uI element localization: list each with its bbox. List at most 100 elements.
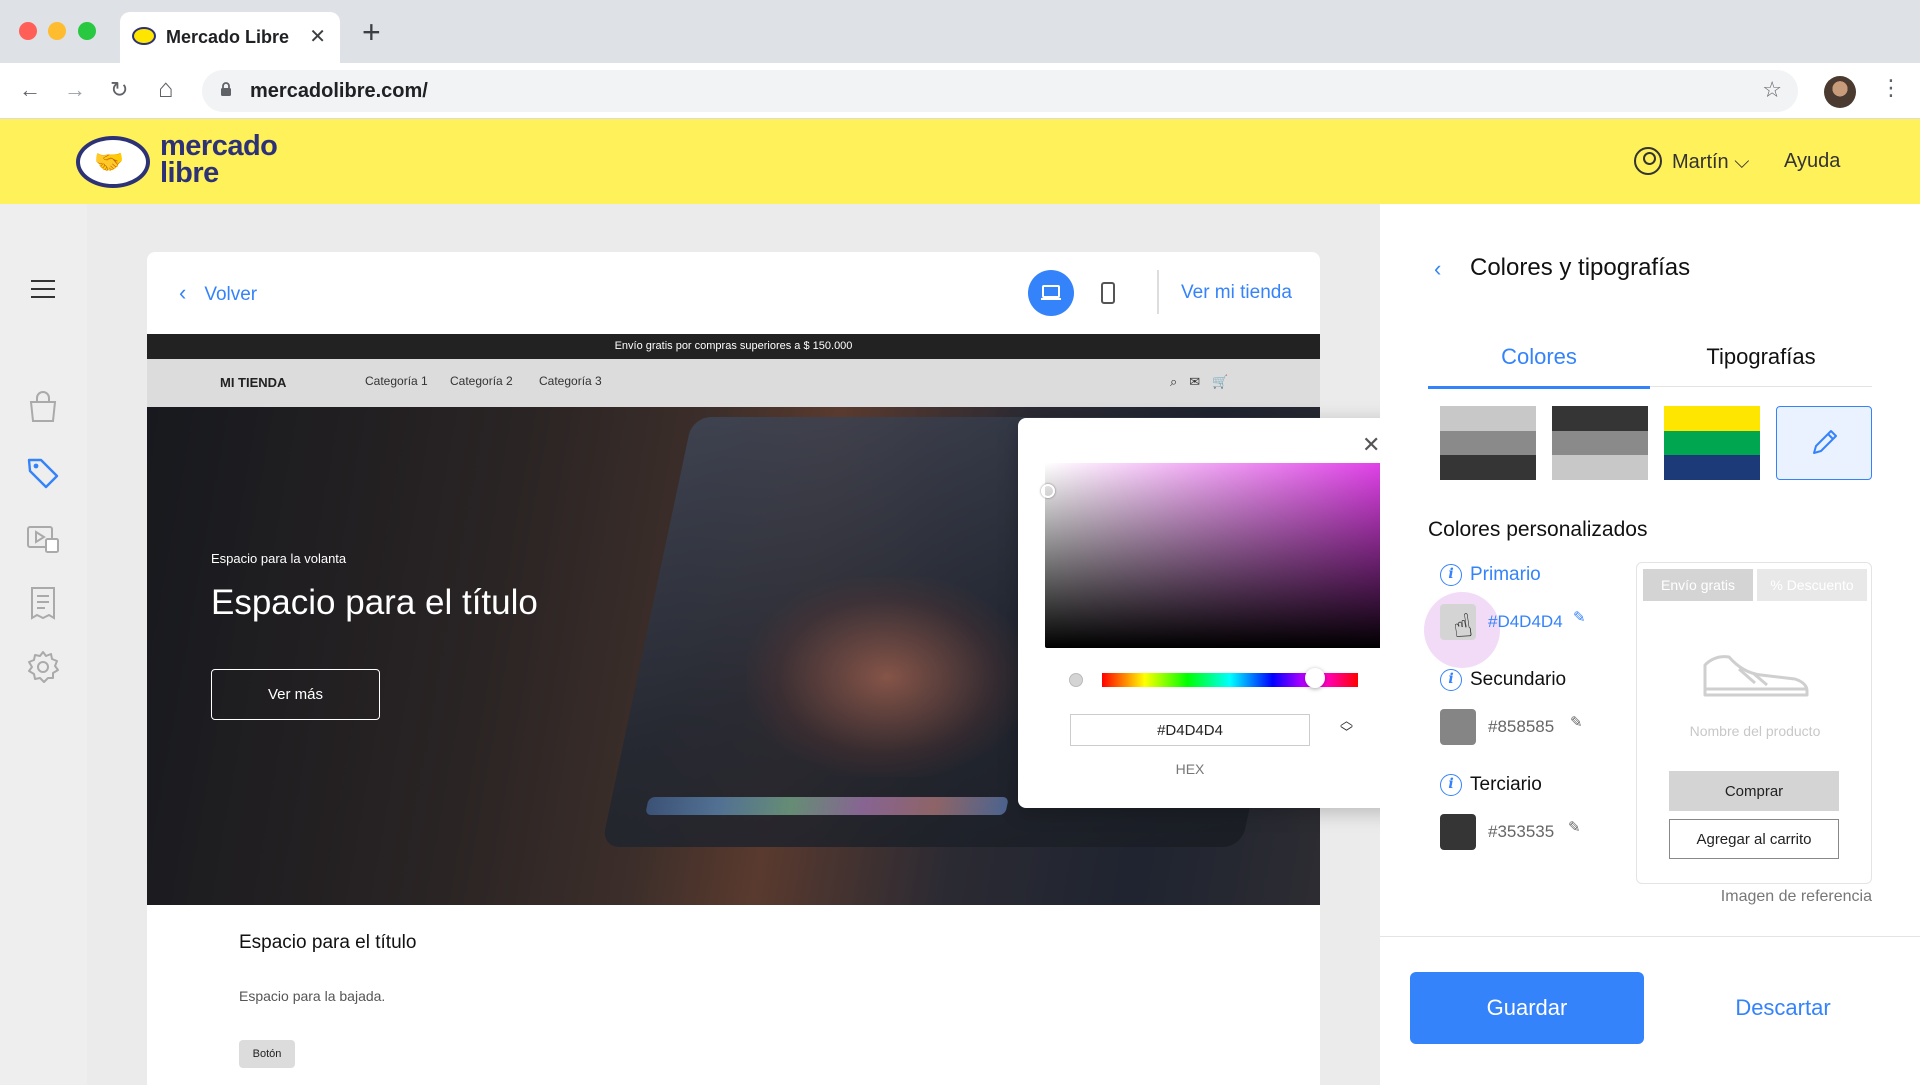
- back-link[interactable]: ‹ Volver: [179, 280, 257, 306]
- close-icon[interactable]: ✕: [1362, 432, 1380, 458]
- current-color-preview: [1069, 673, 1083, 687]
- primary-hex[interactable]: #D4D4D4: [1488, 612, 1563, 632]
- hero-glow: [747, 577, 1027, 777]
- forward-arrow-icon[interactable]: →: [64, 77, 86, 103]
- mercado-libre-favicon: [132, 27, 156, 45]
- browser-tabbar: Mercado Libre ✕ +: [0, 0, 1920, 63]
- hero-title: Espacio para el título: [211, 583, 538, 622]
- lock-icon: [221, 82, 231, 96]
- mercado-libre-logo[interactable]: mercado libre: [160, 130, 278, 189]
- tab-title: Mercado Libre: [166, 27, 290, 47]
- format-stepper-icon[interactable]: ︿ ﹀: [1340, 714, 1354, 740]
- hex-input[interactable]: [1070, 714, 1310, 746]
- save-button[interactable]: Guardar: [1410, 972, 1644, 1044]
- shopping-bag-icon[interactable]: [26, 390, 60, 424]
- store-nav-icons[interactable]: ⌕✉🛒: [1170, 374, 1240, 390]
- pencil-icon: [1813, 430, 1837, 454]
- hue-slider-handle[interactable]: [1305, 668, 1325, 688]
- palette-1-band: [1440, 430, 1536, 456]
- mobile-view-icon[interactable]: [1101, 282, 1115, 304]
- help-link[interactable]: Ayuda: [1784, 150, 1840, 173]
- document-list-icon[interactable]: [26, 586, 60, 620]
- hamburger-menu-icon[interactable]: [31, 280, 55, 298]
- user-menu[interactable]: Martín ⌵: [1672, 151, 1749, 174]
- tab-typography[interactable]: Tipografías: [1650, 344, 1872, 387]
- browser-tab-mercado-libre[interactable]: Mercado Libre ✕: [120, 12, 340, 63]
- browser-menu-icon[interactable]: ⋮: [1880, 75, 1902, 101]
- palette-3-band: [1664, 406, 1760, 431]
- saturation-value-area[interactable]: [1045, 463, 1382, 648]
- edit-tertiary-pencil-icon[interactable]: ✎: [1568, 818, 1581, 836]
- palette-2-band: [1552, 455, 1648, 480]
- bookmark-star-icon[interactable]: ☆: [1762, 77, 1782, 103]
- view-store-link[interactable]: Ver mi tienda: [1181, 282, 1292, 304]
- media-gallery-icon[interactable]: [26, 522, 60, 556]
- tertiary-color-chip[interactable]: [1440, 814, 1476, 850]
- window-minimize-button[interactable]: [48, 22, 66, 40]
- tab-colors[interactable]: Colores: [1428, 344, 1650, 389]
- info-icon[interactable]: i: [1440, 564, 1462, 586]
- user-icon[interactable]: [1634, 147, 1662, 175]
- section-subtitle: Espacio para la bajada.: [239, 988, 386, 1004]
- panel-title: Colores y tipografías: [1470, 254, 1691, 281]
- saturation-handle[interactable]: [1041, 484, 1055, 498]
- logo-text-mercado: mercado: [160, 130, 278, 162]
- tab-close-icon[interactable]: ✕: [309, 24, 326, 49]
- handshake-logo-icon[interactable]: 🤝: [76, 136, 150, 188]
- desktop-view-button[interactable]: [1028, 270, 1074, 316]
- price-tag-icon[interactable]: [26, 456, 60, 490]
- profile-avatar[interactable]: [1824, 76, 1856, 108]
- promo-bar: Envío gratis por compras superiores a $ …: [147, 334, 1320, 359]
- palette-3-band: [1664, 455, 1760, 480]
- reference-buy-button: Comprar: [1669, 771, 1839, 811]
- discard-button[interactable]: Descartar: [1666, 972, 1900, 1044]
- free-shipping-tag: Envío gratis: [1643, 569, 1753, 601]
- laptop-icon: [1041, 285, 1061, 300]
- left-sidebar: [0, 204, 87, 1085]
- section-button[interactable]: Botón: [239, 1040, 295, 1068]
- palette-1-band: [1440, 406, 1536, 431]
- tertiary-hex[interactable]: #353535: [1488, 822, 1554, 842]
- new-tab-icon[interactable]: +: [362, 16, 381, 48]
- toolbar-divider: [1157, 270, 1159, 314]
- custom-palette-button[interactable]: [1776, 406, 1872, 480]
- secondary-hex[interactable]: #858585: [1488, 717, 1554, 737]
- reload-icon[interactable]: ↻: [110, 77, 128, 103]
- primary-label: Primario: [1470, 564, 1541, 585]
- reference-caption: Imagen de referencia: [1720, 888, 1872, 905]
- home-icon[interactable]: ⌂: [158, 73, 174, 104]
- window-close-button[interactable]: [19, 22, 37, 40]
- store-name[interactable]: MI TIENDA: [220, 375, 286, 390]
- palette-2-band: [1552, 406, 1648, 431]
- store-navbar: MI TIENDA Categoría 1 Categoría 2 Catego…: [147, 359, 1320, 407]
- info-icon[interactable]: i: [1440, 774, 1462, 796]
- reference-add-to-cart-button: Agregar al carrito: [1669, 819, 1839, 859]
- palette-swatch-3[interactable]: [1664, 406, 1760, 480]
- tertiary-label: Terciario: [1470, 774, 1542, 795]
- reference-product-name: Nombre del producto: [1689, 723, 1821, 739]
- edit-secondary-pencil-icon[interactable]: ✎: [1570, 713, 1583, 731]
- hero-see-more-button[interactable]: Ver más: [211, 669, 380, 720]
- settings-gear-icon[interactable]: [26, 650, 60, 684]
- info-icon[interactable]: i: [1440, 669, 1462, 691]
- logo-text-libre: libre: [160, 157, 219, 189]
- panel-back-icon[interactable]: ‹: [1434, 256, 1441, 282]
- secondary-color-chip[interactable]: [1440, 709, 1476, 745]
- window-zoom-button[interactable]: [78, 22, 96, 40]
- store-category-2[interactable]: Categoría 2: [450, 374, 513, 388]
- edit-primary-pencil-icon[interactable]: ✎: [1573, 608, 1586, 626]
- palette-swatch-2[interactable]: [1552, 406, 1648, 480]
- reference-product-card: Envío gratis % Descuento Nombre del prod…: [1636, 562, 1872, 884]
- store-category-3[interactable]: Categoría 3: [539, 374, 602, 388]
- address-bar[interactable]: mercadolibre.com/ ☆: [202, 70, 1798, 112]
- palette-swatch-1[interactable]: [1440, 406, 1536, 480]
- sneaker-icon: [1703, 655, 1809, 697]
- hero-dock: [645, 797, 1009, 815]
- palette-2-band: [1552, 430, 1648, 456]
- back-arrow-icon[interactable]: ←: [19, 77, 41, 103]
- panel-divider: [1380, 936, 1920, 937]
- chevron-down-icon: ﹀: [1340, 725, 1354, 740]
- store-category-1[interactable]: Categoría 1: [365, 374, 428, 388]
- url-text: mercadolibre.com/: [250, 80, 428, 102]
- chevron-left-icon: ‹: [179, 280, 187, 305]
